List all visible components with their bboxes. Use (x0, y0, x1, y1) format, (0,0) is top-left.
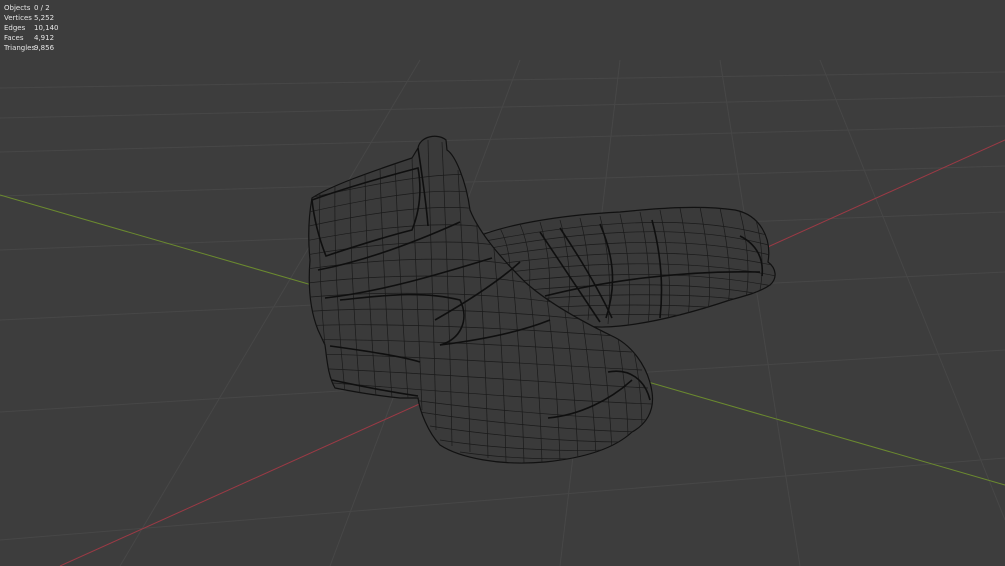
stat-label: Objects (4, 4, 31, 12)
3d-viewport[interactable]: Objects 0 / 2 Vertices 5,252 Edges 10,14… (0, 0, 1005, 566)
scene-statistics-overlay: Objects 0 / 2 Vertices 5,252 Edges 10,14… (4, 3, 74, 53)
stat-row-triangles: Triangles 9,856 (4, 43, 74, 53)
stat-label: Edges (4, 24, 26, 32)
stat-row-vertices: Vertices 5,252 (4, 13, 74, 23)
stat-row-faces: Faces 4,912 (4, 33, 74, 43)
stat-label: Faces (4, 34, 24, 42)
stat-value: 0 / 2 (34, 4, 50, 12)
viewport-canvas[interactable] (0, 0, 1005, 566)
stat-row-edges: Edges 10,140 (4, 23, 74, 33)
stat-label: Triangles (4, 44, 36, 52)
stat-row-objects: Objects 0 / 2 (4, 3, 74, 13)
stat-value: 5,252 (34, 14, 55, 22)
stat-value: 9,856 (34, 44, 55, 52)
stat-label: Vertices (4, 14, 32, 22)
stat-value: 4,912 (34, 34, 55, 42)
stat-value: 10,140 (34, 24, 59, 32)
